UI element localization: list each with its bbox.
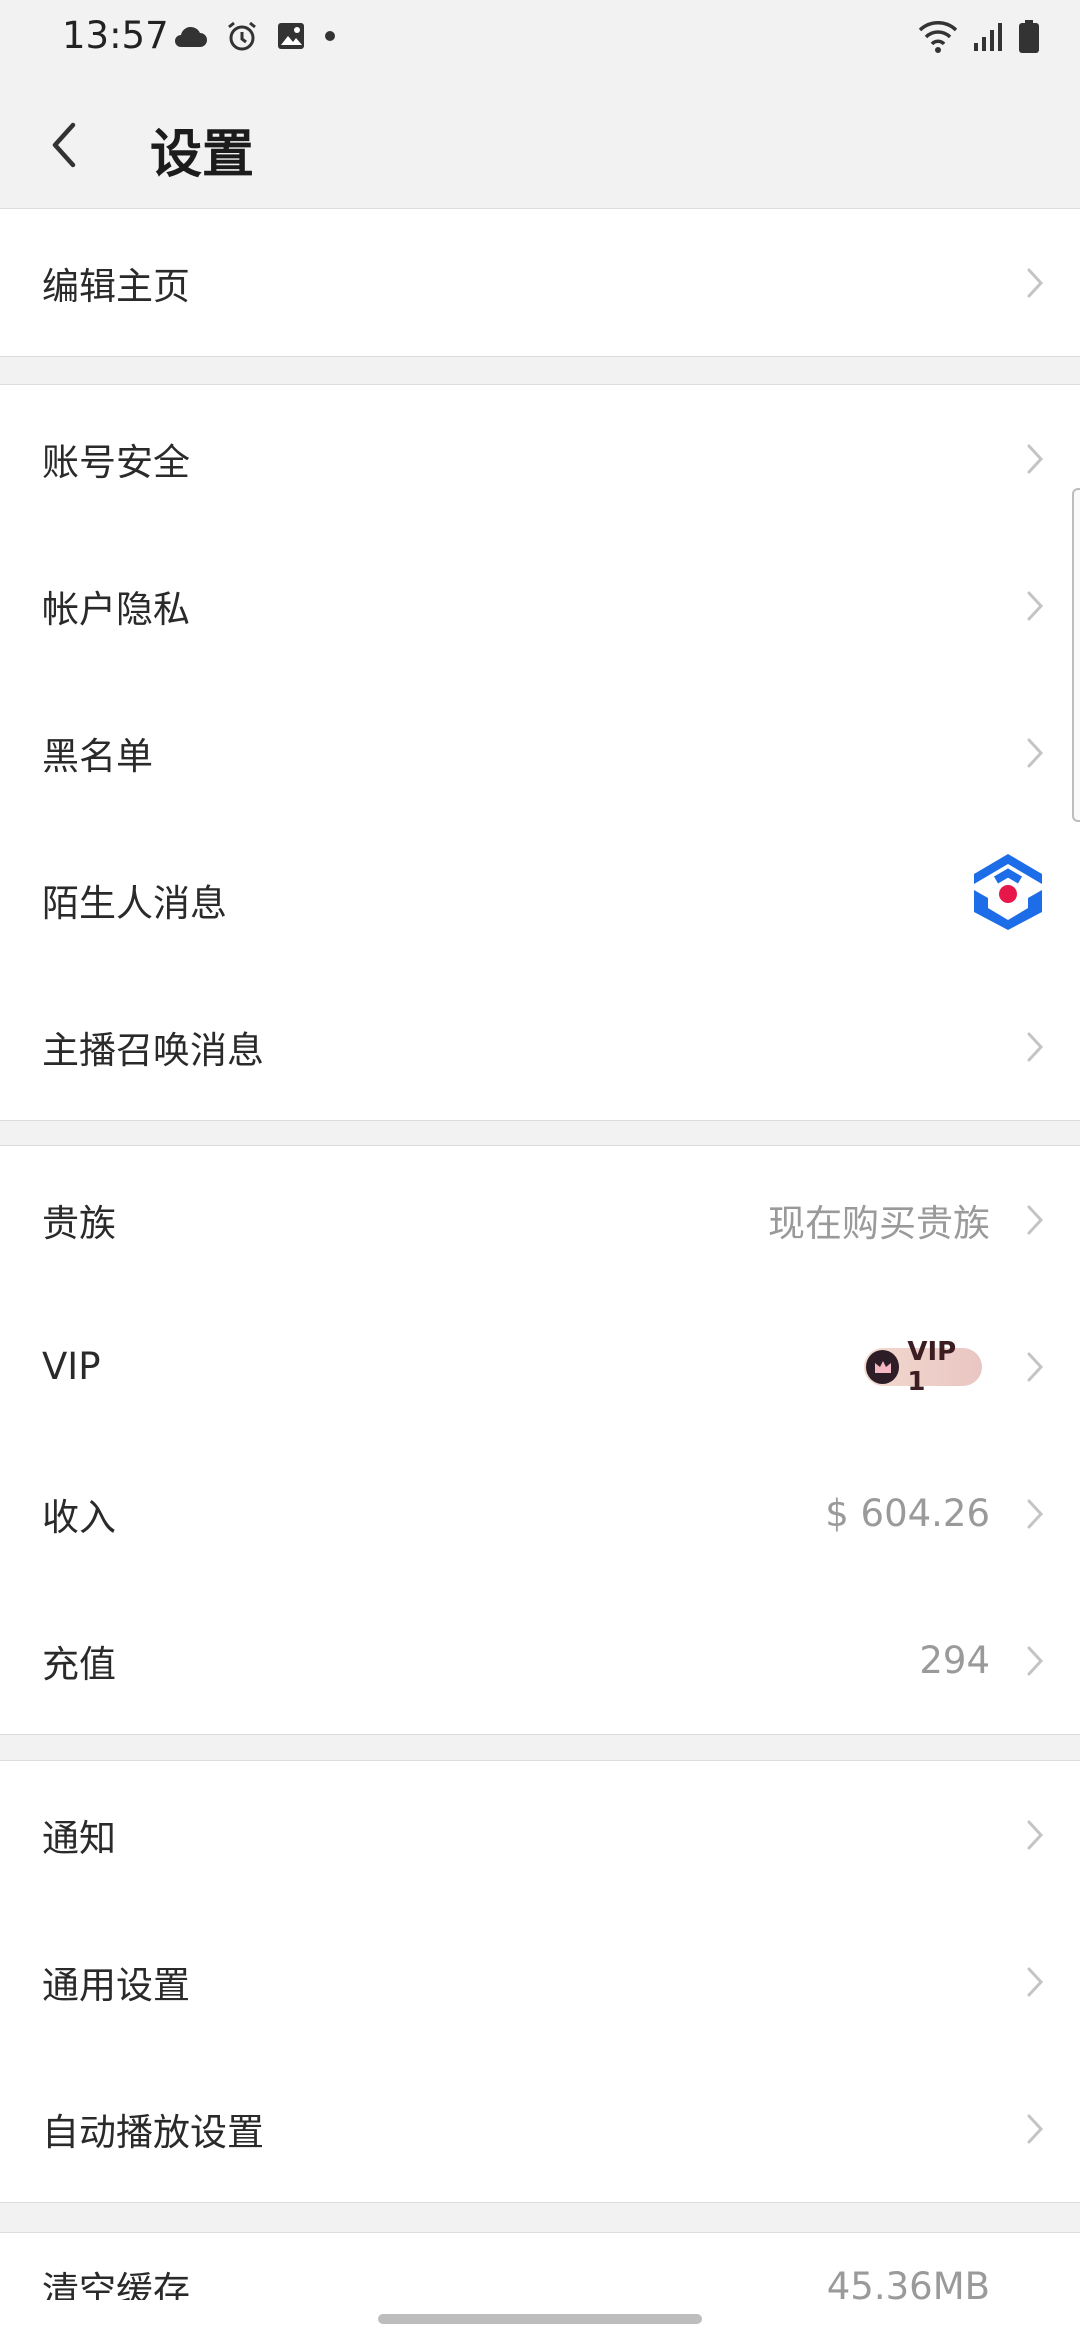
row-label: 通用设置 xyxy=(42,1963,190,2007)
battery-icon xyxy=(1019,20,1039,53)
chevron-right-icon xyxy=(1027,1820,1044,1849)
row-label: 自动播放设置 xyxy=(42,2110,264,2154)
status-right-icons xyxy=(918,20,1040,54)
image-icon xyxy=(278,23,304,49)
row-recharge[interactable]: 充值 294 xyxy=(0,1587,1080,1734)
row-income[interactable]: 收入 $ 604.26 xyxy=(0,1440,1080,1587)
section-account: 账号安全 帐户隐私 黑名单 陌生人消息 主播召唤消息 xyxy=(0,384,1080,1121)
row-label: 陌生人消息 xyxy=(42,881,227,925)
cloud-icon xyxy=(175,26,207,47)
status-left-icons xyxy=(172,20,336,52)
wifi-icon xyxy=(918,21,958,53)
chevron-right-icon xyxy=(1027,2114,1044,2143)
system-nav-bar xyxy=(0,2300,1080,2340)
chevron-right-icon xyxy=(1027,1032,1044,1061)
row-label: 贵族 xyxy=(42,1201,116,1245)
status-bar: 13:57 xyxy=(0,0,1080,80)
row-notifications[interactable]: 通知 xyxy=(0,1761,1080,1908)
chevron-right-icon xyxy=(1027,1352,1044,1381)
row-label: 帐户隐私 xyxy=(42,587,190,631)
chevron-right-icon xyxy=(1027,268,1044,297)
row-label: 充值 xyxy=(42,1642,116,1686)
row-label: 清空缓存 xyxy=(42,2268,190,2302)
chevron-right-icon xyxy=(1027,1967,1044,1996)
row-label: 账号安全 xyxy=(42,440,190,484)
row-vip[interactable]: VIP VIP 1 xyxy=(0,1293,1080,1440)
section-storage: 清空缓存 45.36MB xyxy=(0,2232,1080,2302)
row-label: 通知 xyxy=(42,1816,116,1860)
app-header: 设置 xyxy=(0,80,1080,209)
crown-icon xyxy=(866,1349,900,1384)
app-logo-icon xyxy=(974,854,1042,930)
row-blacklist[interactable]: 黑名单 xyxy=(0,679,1080,826)
section-membership: 贵族 现在购买贵族 VIP VIP 1 收入 $ 604.26 充值 294 xyxy=(0,1145,1080,1735)
chevron-right-icon xyxy=(1027,1205,1044,1234)
vip-level-text: VIP 1 xyxy=(907,1336,957,1397)
row-value: 294 xyxy=(919,1639,990,1682)
floating-app-logo-button[interactable] xyxy=(966,850,1050,934)
chevron-right-icon xyxy=(1027,591,1044,620)
signal-icon xyxy=(974,23,1002,51)
row-value: $ 604.26 xyxy=(825,1492,990,1535)
row-stranger-messages[interactable]: 陌生人消息 xyxy=(0,826,1080,973)
row-value: 45.36MB xyxy=(826,2265,990,2302)
alarm-icon xyxy=(228,21,256,51)
row-host-summon-messages[interactable]: 主播召唤消息 xyxy=(0,973,1080,1120)
row-account-privacy[interactable]: 帐户隐私 xyxy=(0,532,1080,679)
row-autoplay-settings[interactable]: 自动播放设置 xyxy=(0,2055,1080,2202)
row-edit-homepage[interactable]: 编辑主页 xyxy=(0,209,1080,356)
chevron-right-icon xyxy=(1027,1499,1044,1528)
row-general-settings[interactable]: 通用设置 xyxy=(0,1908,1080,2055)
chevron-right-icon xyxy=(1027,738,1044,767)
vip-level-badge: VIP 1 xyxy=(864,1337,982,1397)
row-value: 现在购买贵族 xyxy=(768,1201,990,1245)
row-account-security[interactable]: 账号安全 xyxy=(0,385,1080,532)
row-clear-cache[interactable]: 清空缓存 45.36MB xyxy=(0,2233,1080,2302)
dot-icon xyxy=(325,31,335,41)
back-arrow-icon xyxy=(52,122,76,168)
home-gesture-handle[interactable] xyxy=(378,2314,702,2324)
chevron-right-icon xyxy=(1027,1646,1044,1675)
row-label: 主播召唤消息 xyxy=(42,1028,264,1072)
row-label: 收入 xyxy=(42,1495,116,1539)
section-profile: 编辑主页 xyxy=(0,208,1080,357)
chevron-right-icon xyxy=(1027,444,1044,473)
row-label: 编辑主页 xyxy=(42,264,190,308)
row-nobility[interactable]: 贵族 现在购买贵族 xyxy=(0,1146,1080,1293)
section-preferences: 通知 通用设置 自动播放设置 xyxy=(0,1760,1080,2203)
back-button[interactable] xyxy=(34,110,94,180)
page-title: 设置 xyxy=(150,125,255,185)
side-scroll-handle[interactable] xyxy=(1072,488,1080,822)
status-time: 13:57 xyxy=(62,14,169,57)
row-label: 黑名单 xyxy=(42,734,153,778)
row-label: VIP xyxy=(42,1345,101,1388)
